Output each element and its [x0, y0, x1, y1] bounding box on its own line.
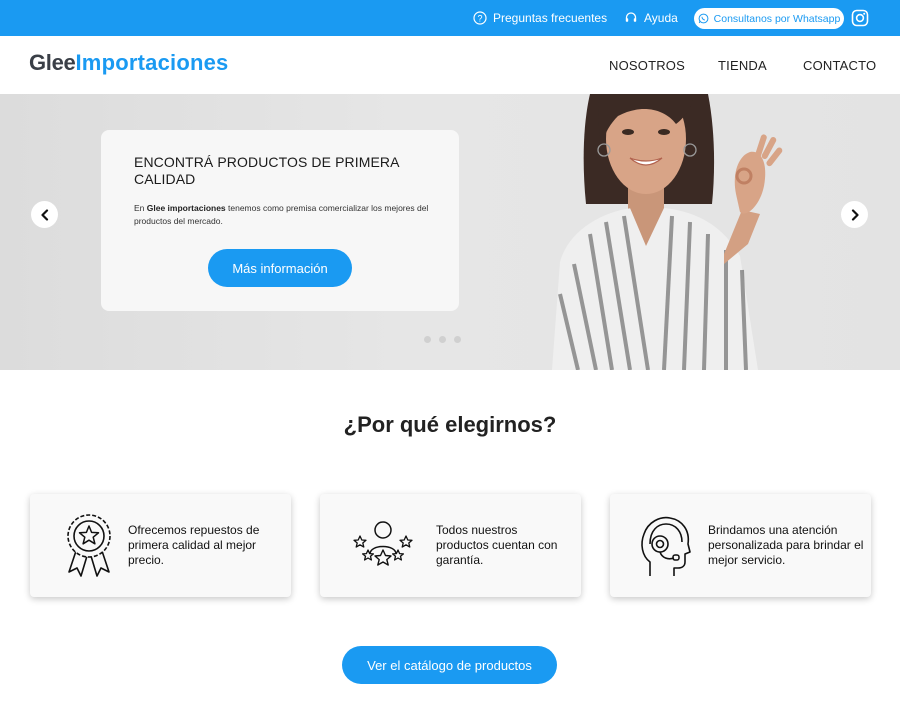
chevron-left-icon	[40, 208, 48, 221]
nav-tienda[interactable]: TIENDA	[718, 58, 767, 73]
award-badge-icon	[67, 514, 111, 577]
feature-card-warranty: Todos nuestros productos cuentan con gar…	[320, 494, 581, 597]
carousel-indicators	[424, 336, 461, 343]
faq-label: Preguntas frecuentes	[493, 11, 608, 25]
nav-nosotros[interactable]: NOSOTROS	[609, 58, 685, 73]
whatsapp-button[interactable]: Consultanos por Whatsapp	[694, 8, 844, 29]
nav-contacto[interactable]: CONTACTO	[803, 58, 876, 73]
question-circle-icon: ?	[473, 11, 487, 25]
feature-text: Todos nuestros productos cuentan con gar…	[436, 523, 558, 567]
catalog-button[interactable]: Ver el catálogo de productos	[342, 646, 557, 684]
carousel-dot[interactable]	[439, 336, 446, 343]
whatsapp-icon	[698, 13, 709, 24]
hero-title: ENCONTRÁ PRODUCTOS DE PRIMERA CALIDAD	[134, 154, 399, 187]
hero-text-prefix: En	[134, 203, 147, 213]
logo-text-importaciones: Importaciones	[75, 50, 229, 75]
feature-text: Brindamos una atención personalizada par…	[708, 523, 864, 567]
headset-icon	[625, 12, 637, 22]
hero-text-brand: Glee importaciones	[146, 203, 226, 213]
top-bar: ? Preguntas frecuentes Ayuda Consultanos…	[0, 0, 900, 36]
logo-text-glee: Glee	[29, 50, 76, 75]
stars-user-icon	[353, 521, 413, 566]
feature-card-quality: Ofrecemos repuestos de primera calidad a…	[30, 494, 291, 597]
feature-card-service: Brindamos una atención personalizada par…	[610, 494, 871, 597]
carousel-dot[interactable]	[424, 336, 431, 343]
hero-carousel: ENCONTRÁ PRODUCTOS DE PRIMERA CALIDAD En…	[0, 94, 900, 370]
help-link[interactable]: Ayuda	[624, 0, 678, 36]
carousel-next-button[interactable]	[841, 201, 868, 228]
whatsapp-label: Consultanos por Whatsapp	[713, 12, 841, 25]
feature-text: Ofrecemos repuestos de primera calidad a…	[128, 523, 260, 567]
faq-link[interactable]: ? Preguntas frecuentes	[473, 0, 607, 36]
logo[interactable]: GleeImportaciones	[29, 50, 228, 76]
help-label: Ayuda	[644, 11, 678, 25]
chevron-right-icon	[851, 208, 859, 221]
more-info-button[interactable]: Más información	[208, 249, 352, 287]
carousel-prev-button[interactable]	[31, 201, 58, 228]
hero-description: En Glee importaciones tenemos como premi…	[134, 202, 434, 228]
instagram-icon[interactable]	[851, 9, 869, 27]
main-header: GleeImportaciones NOSOTROS TIENDA CONTAC…	[0, 36, 900, 94]
section-title: ¿Por qué elegirnos?	[343, 412, 557, 437]
headset-support-icon	[641, 516, 691, 576]
carousel-dot[interactable]	[454, 336, 461, 343]
svg-text:?: ?	[477, 13, 482, 23]
hero-card: ENCONTRÁ PRODUCTOS DE PRIMERA CALIDAD En…	[101, 130, 459, 311]
